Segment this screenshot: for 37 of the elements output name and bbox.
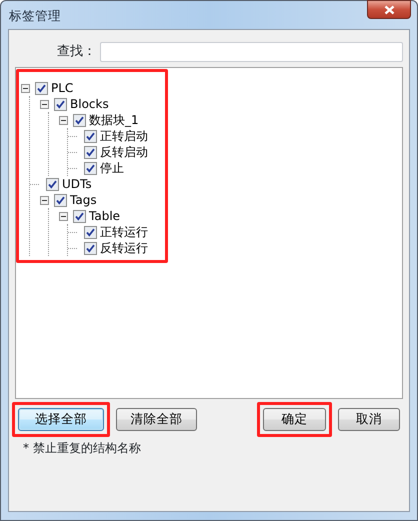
checkbox[interactable] <box>84 146 97 158</box>
collapse-icon[interactable] <box>21 84 30 92</box>
checkbox[interactable] <box>54 98 67 110</box>
window-title: 标签管理 <box>9 7 61 25</box>
tree-item[interactable]: 正转启动 <box>99 128 149 144</box>
collapse-icon[interactable] <box>40 100 49 108</box>
search-label: 查找： <box>57 43 96 62</box>
checkbox[interactable] <box>54 194 67 206</box>
note-text: * 禁止重复的结构名称 <box>23 440 142 457</box>
collapse-icon[interactable] <box>40 196 49 204</box>
collapse-icon[interactable] <box>59 116 68 124</box>
dialog-button[interactable]: 确定 <box>263 408 326 431</box>
tree-item[interactable]: 反转运行 <box>99 240 149 256</box>
collapse-icon[interactable] <box>59 212 68 220</box>
checkbox[interactable] <box>84 242 97 254</box>
tree-item[interactable]: 反转启动 <box>99 144 149 160</box>
tree-item[interactable]: UDTs <box>61 176 93 192</box>
checkbox[interactable] <box>73 114 86 126</box>
tree-item[interactable]: PLC <box>50 80 74 96</box>
tree-item[interactable]: Table <box>88 208 122 224</box>
dialog-button[interactable]: 取消 <box>338 408 400 431</box>
checkbox[interactable] <box>84 130 97 142</box>
dialog-button[interactable]: 清除全部 <box>116 408 197 431</box>
checkbox[interactable] <box>84 226 97 238</box>
tree-item[interactable]: Blocks <box>69 96 110 112</box>
checkbox[interactable] <box>46 178 59 190</box>
tree-item[interactable]: 数据块_1 <box>88 112 140 128</box>
dialog-button[interactable]: 选择全部 <box>18 408 104 431</box>
close-button[interactable] <box>367 0 411 19</box>
search-field[interactable] <box>100 42 403 62</box>
tree-item[interactable]: Tags <box>69 192 98 208</box>
checkbox[interactable] <box>73 210 86 222</box>
tree-item[interactable]: 停止 <box>99 160 125 176</box>
close-icon <box>384 4 394 14</box>
checkbox[interactable] <box>84 162 97 174</box>
tree-item[interactable]: 正转运行 <box>99 224 149 240</box>
checkbox[interactable] <box>35 82 48 94</box>
